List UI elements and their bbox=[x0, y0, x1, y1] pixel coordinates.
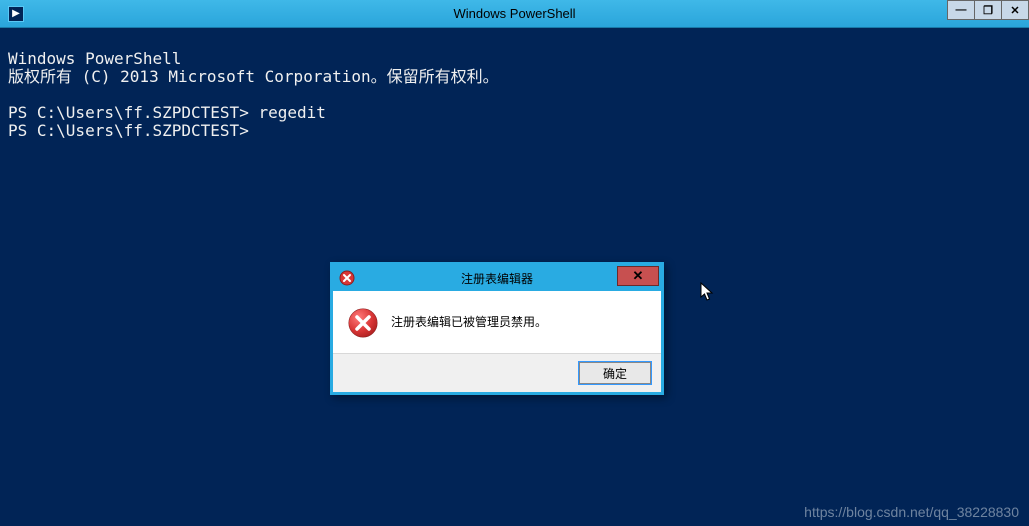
window-title: Windows PowerShell bbox=[453, 6, 575, 21]
dialog-titlebar[interactable]: 注册表编辑器 ✕ bbox=[333, 265, 661, 291]
maximize-button[interactable]: ❐ bbox=[974, 0, 1002, 20]
terminal-line: PS C:\Users\ff.SZPDCTEST> bbox=[8, 121, 249, 140]
mouse-cursor-icon bbox=[700, 282, 716, 307]
dialog-body: 注册表编辑已被管理员禁用。 bbox=[333, 291, 661, 353]
close-button[interactable]: ✕ bbox=[1001, 0, 1029, 20]
powershell-icon: ▶ bbox=[8, 6, 24, 22]
ok-button[interactable]: 确定 bbox=[579, 362, 651, 384]
dialog-close-button[interactable]: ✕ bbox=[617, 266, 659, 286]
terminal-line: PS C:\Users\ff.SZPDCTEST> regedit bbox=[8, 103, 326, 122]
terminal-line: 版权所有 (C) 2013 Microsoft Corporation。保留所有… bbox=[8, 67, 499, 86]
dialog-footer: 确定 bbox=[333, 353, 661, 392]
watermark: https://blog.csdn.net/qq_38228830 bbox=[804, 504, 1019, 520]
error-small-icon bbox=[339, 270, 355, 286]
error-dialog: 注册表编辑器 ✕ 注册表编辑已被管理员禁用。 确定 bbox=[330, 262, 664, 395]
window-controls: — ❐ ✕ bbox=[948, 0, 1029, 20]
dialog-message: 注册表编辑已被管理员禁用。 bbox=[391, 307, 547, 330]
dialog-title: 注册表编辑器 bbox=[461, 270, 533, 287]
terminal-output[interactable]: Windows PowerShell 版权所有 (C) 2013 Microso… bbox=[0, 28, 1029, 144]
error-icon bbox=[347, 307, 379, 339]
terminal-line: Windows PowerShell bbox=[8, 49, 181, 68]
minimize-button[interactable]: — bbox=[947, 0, 975, 20]
titlebar: ▶ Windows PowerShell — ❐ ✕ bbox=[0, 0, 1029, 28]
